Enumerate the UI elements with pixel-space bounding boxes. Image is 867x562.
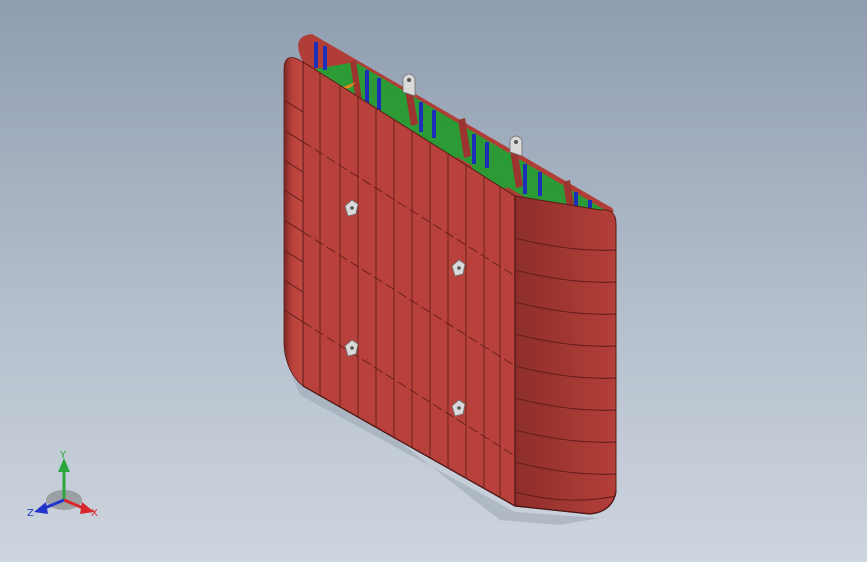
cad-viewport[interactable]: Y X Z	[0, 0, 867, 562]
z-axis-label: Z	[27, 508, 34, 519]
y-axis-label: Y	[59, 450, 67, 461]
x-axis-label: X	[91, 508, 98, 519]
z-arrow-icon	[34, 502, 48, 514]
front-face-shell	[302, 61, 516, 507]
right-end-shell	[514, 195, 617, 515]
coordinate-triad-icon[interactable]: Y X Z	[22, 444, 112, 528]
caisson-model[interactable]	[0, 0, 867, 562]
